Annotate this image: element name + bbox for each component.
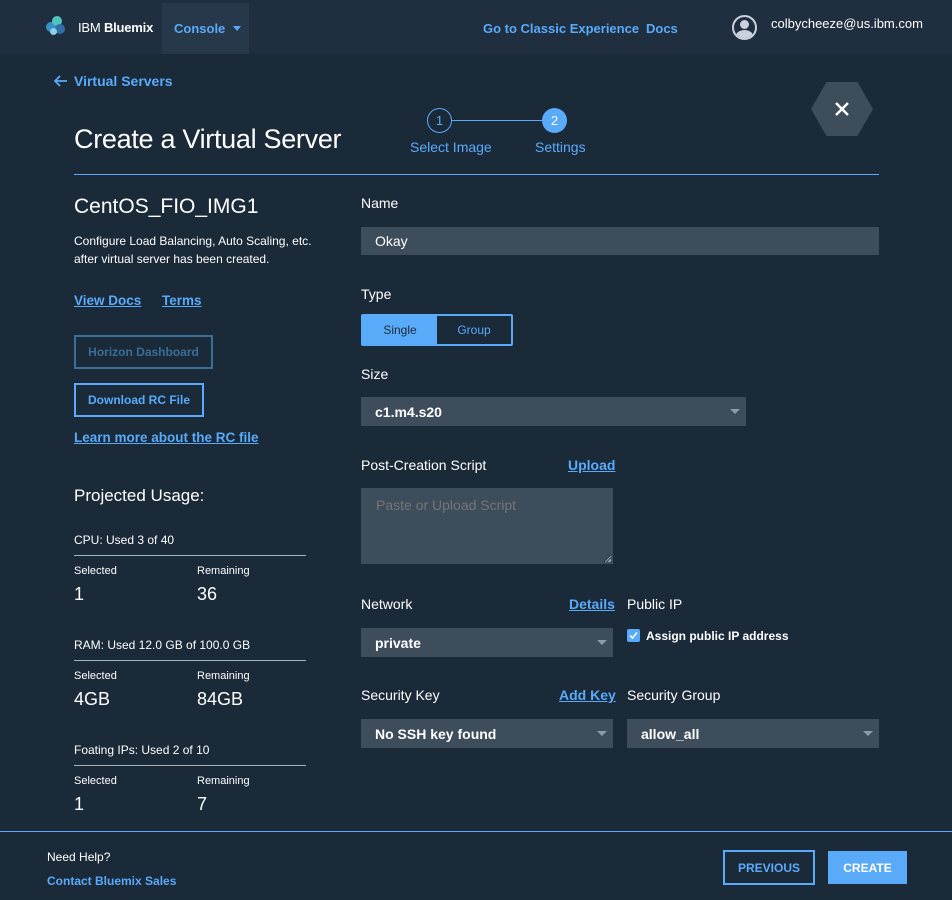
security-key-select-value: No SSH key found bbox=[375, 725, 497, 742]
network-select-value: private bbox=[375, 634, 421, 651]
back-link[interactable]: Virtual Servers bbox=[54, 73, 173, 89]
bluemix-logo-icon bbox=[46, 16, 68, 38]
chevron-down-icon bbox=[730, 409, 740, 414]
type-option-single[interactable]: Single bbox=[363, 316, 437, 344]
checkmark-icon bbox=[629, 631, 638, 640]
ram-usage-heading: RAM: Used 12.0 GB of 100.0 GB bbox=[74, 638, 251, 652]
ram-remaining-value: 84GB bbox=[197, 689, 244, 709]
floating-ip-remaining-value: 7 bbox=[197, 794, 208, 814]
network-details-link[interactable]: Details bbox=[569, 596, 615, 612]
stepper-connector bbox=[451, 120, 543, 121]
horizon-dashboard-button[interactable]: Horizon Dashboard bbox=[74, 335, 213, 369]
cpu-selected-value: 1 bbox=[74, 584, 85, 604]
step-1-indicator[interactable]: 1 bbox=[427, 108, 452, 133]
brand[interactable]: IBM Bluemix bbox=[46, 16, 153, 38]
upload-link[interactable]: Upload bbox=[568, 457, 615, 473]
brand-name: Bluemix bbox=[103, 19, 154, 35]
network-label: Network bbox=[361, 596, 413, 612]
cpu-usage-heading: CPU: Used 3 of 40 bbox=[74, 533, 175, 547]
size-select[interactable]: c1.m4.s20 bbox=[361, 397, 746, 426]
console-label: Console bbox=[174, 21, 226, 36]
download-rc-file-button[interactable]: Download RC File bbox=[74, 383, 204, 417]
back-link-label: Virtual Servers bbox=[74, 73, 173, 89]
ram-remaining-label: Remaining bbox=[197, 670, 250, 682]
ram-selected-value: 4GB bbox=[74, 689, 111, 709]
security-group-select-value: allow_all bbox=[641, 725, 700, 742]
divider bbox=[74, 765, 306, 766]
floating-ip-remaining-label: Remaining bbox=[197, 775, 250, 787]
divider bbox=[74, 555, 306, 556]
chevron-down-icon bbox=[233, 26, 242, 31]
post-creation-script-label: Post-Creation Script bbox=[361, 457, 487, 473]
avatar-icon[interactable] bbox=[732, 15, 757, 40]
step-2-label: Settings bbox=[535, 139, 586, 155]
security-group-label: Security Group bbox=[627, 687, 721, 703]
header-divider bbox=[74, 174, 879, 175]
chevron-down-icon bbox=[597, 731, 607, 736]
brand-text: IBM Bluemix bbox=[78, 20, 153, 35]
security-key-select[interactable]: No SSH key found bbox=[361, 719, 613, 748]
projected-usage-title: Projected Usage: bbox=[74, 486, 205, 505]
cpu-remaining-label: Remaining bbox=[197, 565, 250, 577]
cpu-remaining-value: 36 bbox=[197, 584, 218, 604]
need-help-label: Need Help? bbox=[47, 850, 111, 864]
top-nav-bar: IBM Bluemix Console Go to Classic Experi… bbox=[0, 0, 952, 54]
page-title: Create a Virtual Server bbox=[74, 124, 342, 154]
floating-ip-usage-heading: Foating IPs: Used 2 of 10 bbox=[74, 743, 210, 757]
divider bbox=[74, 660, 306, 661]
close-icon bbox=[835, 102, 849, 116]
arrow-left-icon bbox=[54, 75, 67, 87]
image-name: CentOS_FIO_IMG1 bbox=[74, 195, 259, 218]
size-label: Size bbox=[361, 366, 389, 382]
classic-experience-link[interactable]: Go to Classic Experience bbox=[483, 21, 639, 36]
chevron-down-icon bbox=[863, 731, 873, 736]
type-option-group[interactable]: Group bbox=[437, 316, 511, 344]
learn-more-rc-link[interactable]: Learn more about the RC file bbox=[74, 430, 259, 445]
view-docs-link[interactable]: View Docs bbox=[74, 293, 141, 308]
console-menu[interactable]: Console bbox=[162, 3, 249, 54]
previous-button[interactable]: PREVIOUS bbox=[723, 850, 815, 885]
docs-link[interactable]: Docs bbox=[646, 21, 678, 36]
public-ip-checkbox-label[interactable]: Assign public IP address bbox=[646, 629, 789, 643]
brand-prefix: IBM bbox=[78, 19, 101, 35]
name-input[interactable] bbox=[361, 227, 879, 255]
step-2-indicator: 2 bbox=[542, 108, 567, 133]
type-label: Type bbox=[361, 286, 392, 302]
public-ip-label: Public IP bbox=[627, 596, 683, 612]
public-ip-checkbox[interactable] bbox=[627, 629, 640, 642]
network-select[interactable]: private bbox=[361, 628, 613, 657]
add-key-link[interactable]: Add Key bbox=[559, 687, 616, 703]
ram-selected-label: Selected bbox=[74, 670, 117, 682]
step-1-label[interactable]: Select Image bbox=[410, 139, 492, 155]
image-description: Configure Load Balancing, Auto Scaling, … bbox=[74, 234, 312, 266]
contact-sales-link[interactable]: Contact Bluemix Sales bbox=[47, 874, 176, 888]
create-button[interactable]: CREATE bbox=[828, 851, 907, 884]
user-email[interactable]: colbycheeze@us.ibm.com bbox=[771, 16, 923, 31]
post-creation-script-input[interactable] bbox=[361, 488, 613, 564]
floating-ip-selected-label: Selected bbox=[74, 775, 117, 787]
name-label: Name bbox=[361, 195, 399, 211]
security-key-label: Security Key bbox=[361, 687, 440, 703]
cpu-selected-label: Selected bbox=[74, 565, 117, 577]
security-group-select[interactable]: allow_all bbox=[627, 719, 879, 748]
terms-link[interactable]: Terms bbox=[162, 293, 202, 308]
close-button[interactable] bbox=[811, 82, 873, 136]
resize-grip-icon[interactable] bbox=[604, 555, 612, 563]
size-select-value: c1.m4.s20 bbox=[375, 403, 442, 420]
type-toggle: Single Group bbox=[361, 314, 513, 346]
floating-ip-selected-value: 1 bbox=[74, 794, 85, 814]
chevron-down-icon bbox=[597, 640, 607, 645]
